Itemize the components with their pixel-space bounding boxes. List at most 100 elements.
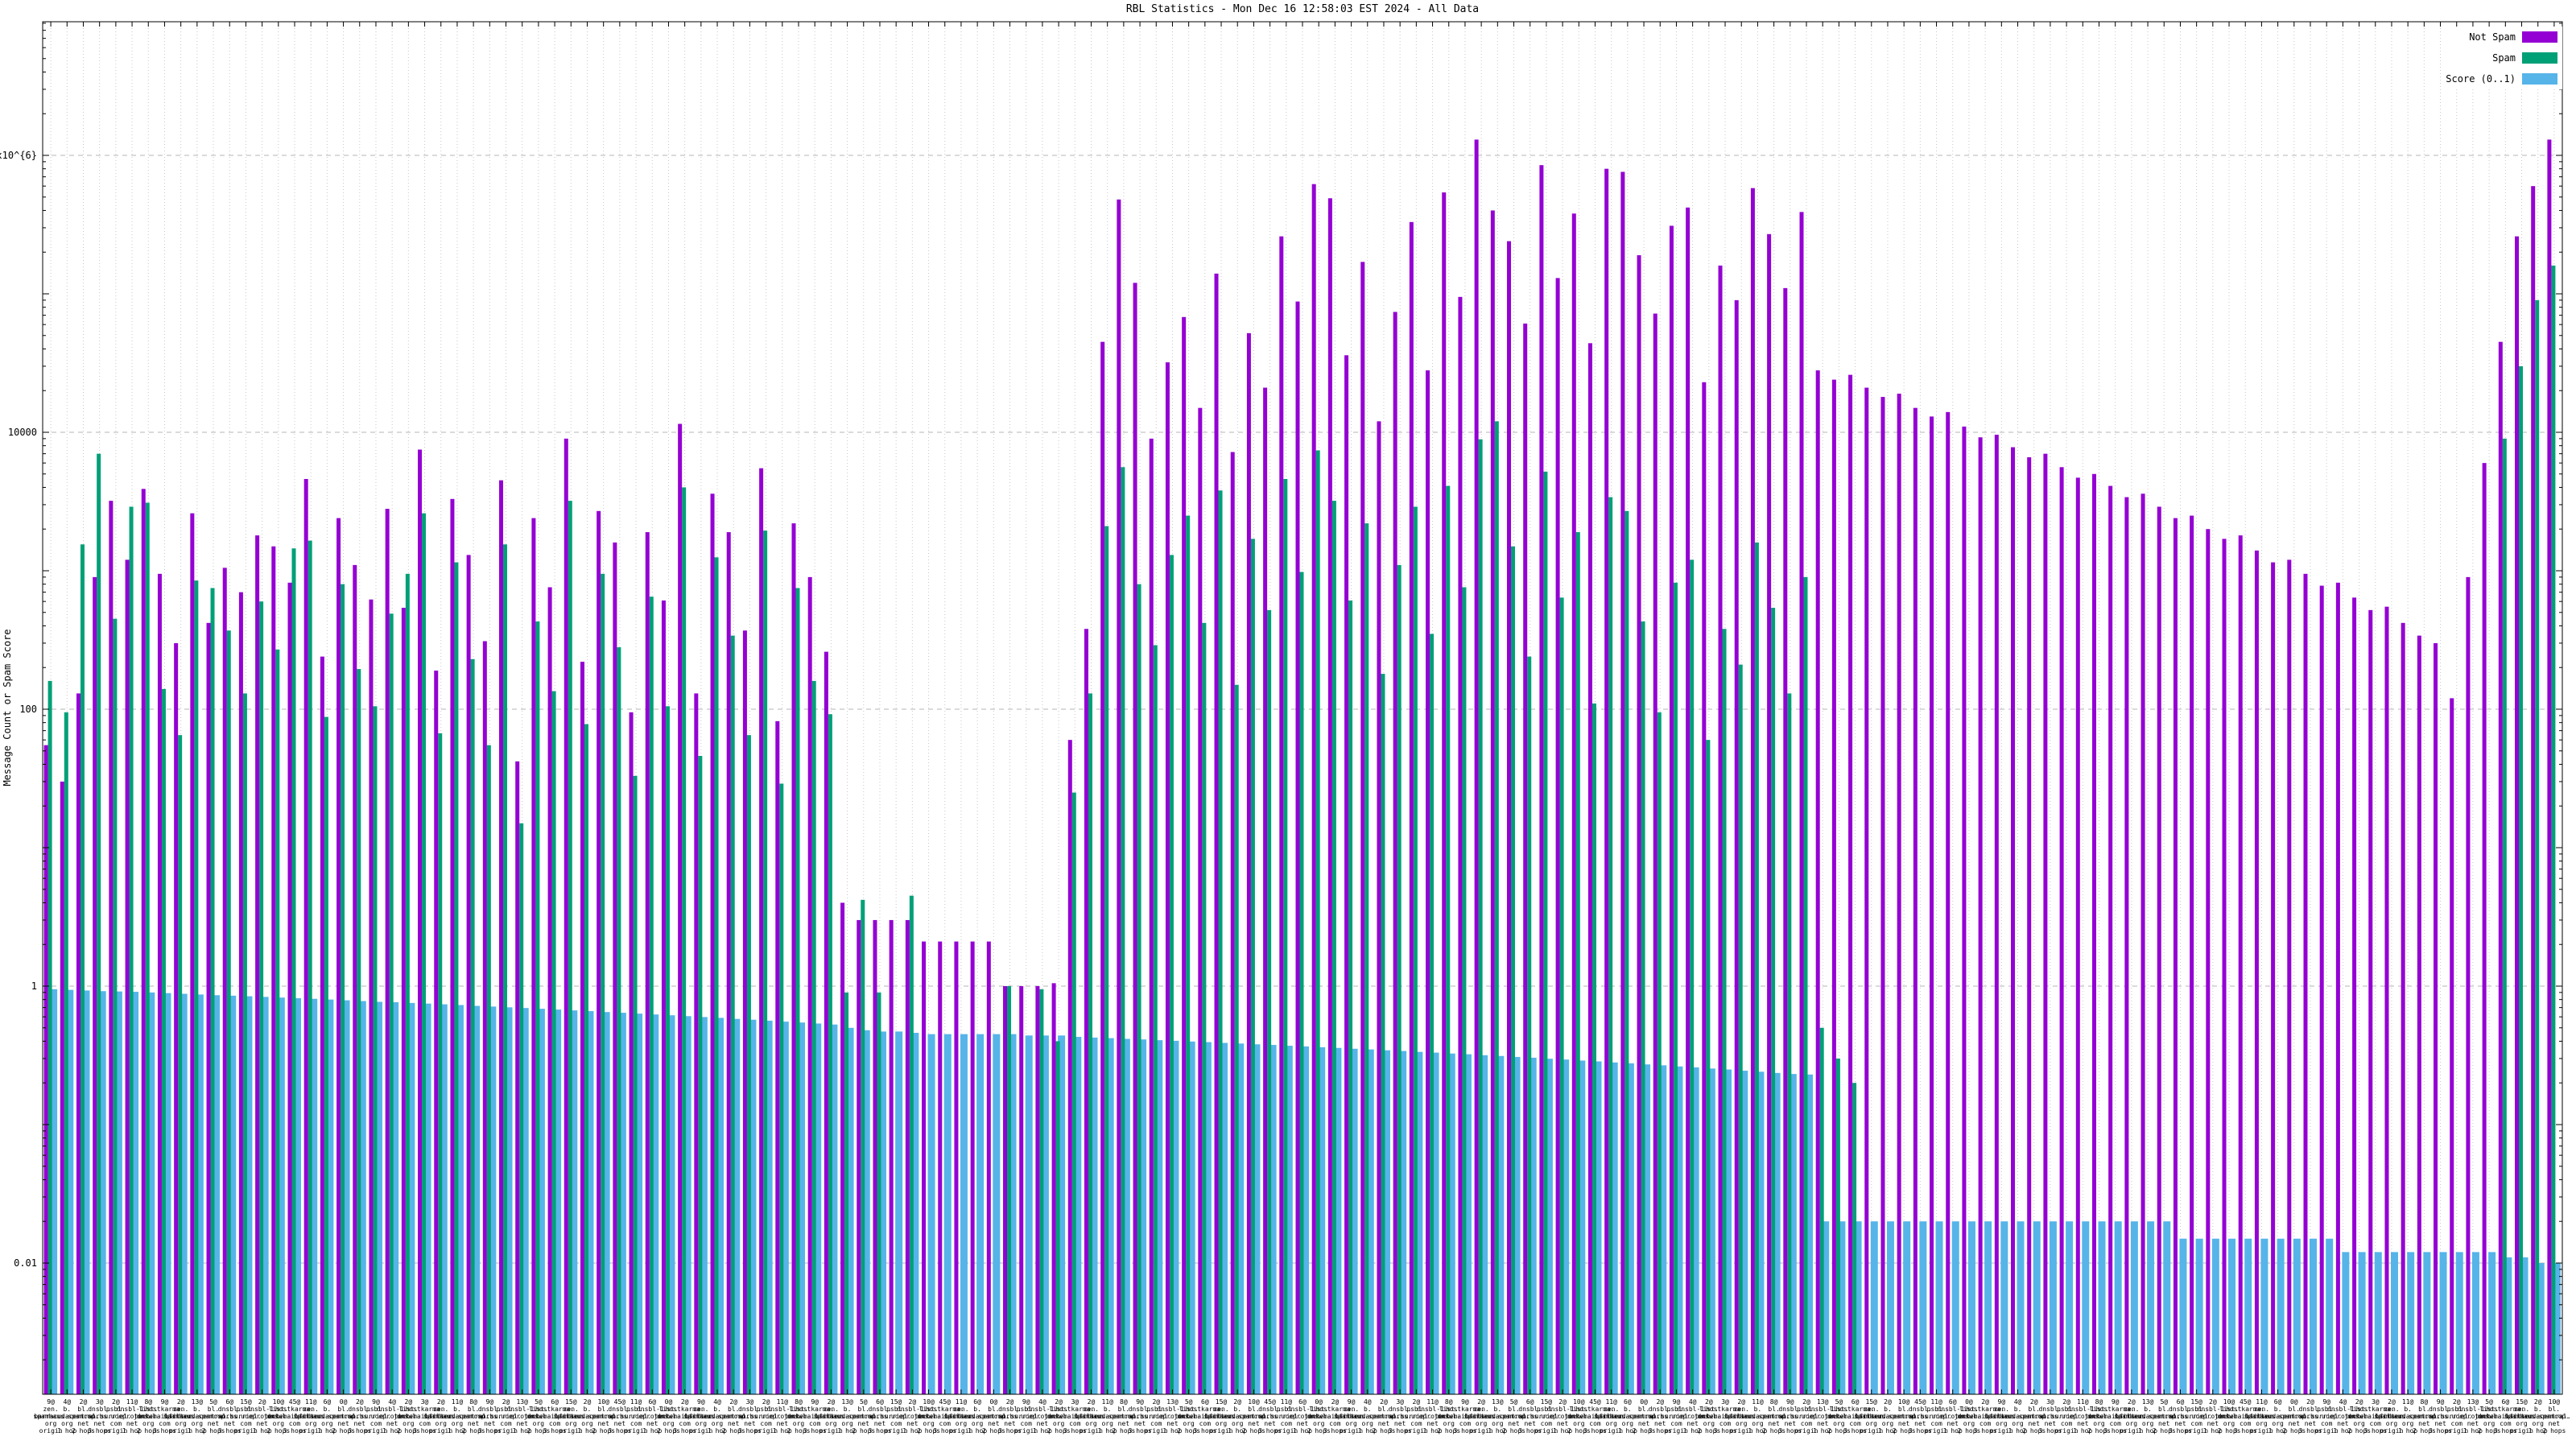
x-tick-label: 13@	[1492, 1398, 1504, 1406]
x-tick-label: zen.	[2254, 1406, 2269, 1413]
bar-spam	[2519, 365, 2524, 1394]
x-tick-label: zen.	[1864, 1406, 1879, 1413]
x-tick-label: 11@	[1605, 1398, 1617, 1406]
x-tick-label: zen.	[433, 1406, 448, 1413]
x-tick-label: 9@	[2322, 1398, 2330, 1406]
x-tick-label: org	[192, 1420, 204, 1427]
x-tick-label: org	[1443, 1420, 1455, 1427]
x-tick-label: 6@	[225, 1398, 233, 1406]
x-tick-label: com	[289, 1420, 301, 1427]
x-tick-label: com	[1541, 1420, 1553, 1427]
x-tick-label: 9@	[486, 1398, 494, 1406]
bar-spam	[746, 735, 751, 1394]
x-tick-label: org	[61, 1420, 73, 1427]
x-tick-label: com	[809, 1420, 821, 1427]
bar-not-spam	[1750, 188, 1755, 1394]
bar-not-spam	[238, 592, 243, 1394]
x-tick-label: 8@	[2421, 1398, 2429, 1406]
x-tick-label: org	[1703, 1420, 1715, 1427]
x-tick-label: 9@	[697, 1398, 705, 1406]
y-tick-label: 10000	[8, 427, 37, 438]
bar-not-spam	[1214, 273, 1219, 1394]
bar-spam	[1624, 510, 1629, 1394]
bar-not-spam	[1734, 299, 1739, 1394]
x-tick-label: zen.	[1604, 1406, 1619, 1413]
x-tick-label: 6@	[1624, 1398, 1632, 1406]
bar-not-spam	[1426, 370, 1430, 1394]
x-tick-label: b.	[2014, 1406, 2022, 1413]
bar-score	[1870, 1221, 1878, 1394]
bar-score	[1886, 1221, 1894, 1394]
bar-not-spam	[499, 480, 504, 1394]
x-tick-label: com	[370, 1420, 382, 1427]
x-tick-label: 9@	[1998, 1398, 2006, 1406]
bar-spam	[438, 733, 443, 1394]
x-tick-label: 6@	[876, 1398, 884, 1406]
bar-not-spam	[1718, 265, 1723, 1394]
bar-score	[2471, 1252, 2479, 1394]
x-tick-label: net	[2418, 1420, 2430, 1427]
bar-not-spam	[320, 656, 324, 1394]
bar-spam	[324, 716, 328, 1394]
bar-not-spam	[986, 941, 991, 1394]
bar-spam	[1299, 572, 1304, 1394]
x-tick-label: 13@	[2467, 1398, 2479, 1406]
x-tick-label: 8@	[2095, 1398, 2103, 1406]
bar-spam	[210, 588, 215, 1394]
x-tick-label: net	[1557, 1420, 1569, 1427]
bar-spam	[861, 899, 865, 1394]
bar-spam	[1186, 515, 1191, 1394]
x-tick-label: 15@	[2190, 1398, 2202, 1406]
bar-score	[2017, 1221, 2025, 1394]
x-tick-label: 2@	[1380, 1398, 1388, 1406]
bar-not-spam	[645, 532, 650, 1394]
x-tick-label: 13@	[841, 1398, 853, 1406]
x-tick-label: org	[712, 1420, 724, 1427]
bar-spam	[422, 513, 427, 1395]
x-tick-label: org	[1053, 1420, 1065, 1427]
x-tick-label: 15@	[240, 1398, 252, 1406]
x-tick-label: 45@	[1914, 1398, 1926, 1406]
bar-not-spam	[938, 941, 943, 1394]
bar-score	[1967, 1221, 1975, 1394]
x-tick-label: 2@	[1055, 1398, 1063, 1406]
bar-not-spam	[547, 587, 552, 1394]
bar-not-spam	[1913, 407, 1918, 1395]
bar-score	[2342, 1252, 2350, 1394]
bar-spam	[2551, 265, 2556, 1394]
x-tick-label: 6@	[551, 1398, 559, 1406]
bar-not-spam	[1442, 192, 1447, 1394]
bar-score	[2033, 1221, 2041, 1394]
x-tick-label: 6@	[1526, 1398, 1534, 1406]
x-tick-label: 4@	[1364, 1398, 1372, 1406]
bar-not-spam	[678, 423, 683, 1394]
x-tick-label: 2@	[762, 1398, 770, 1406]
x-tick-label: org	[1996, 1420, 2008, 1427]
x-tick-label: net	[2077, 1420, 2089, 1427]
bar-spam	[584, 724, 588, 1394]
bar-spam	[909, 895, 914, 1394]
x-tick-label: 2@	[1477, 1398, 1485, 1406]
x-tick-label: com	[2240, 1420, 2252, 1427]
bar-score	[2000, 1221, 2008, 1394]
x-tick-label: 6@	[1201, 1398, 1209, 1406]
x-tick-label: 8@	[144, 1398, 152, 1406]
bar-spam	[47, 680, 52, 1394]
bar-spam	[161, 688, 166, 1394]
bar-not-spam	[2124, 497, 2129, 1394]
x-tick-label: zen.	[173, 1406, 188, 1413]
x-tick-label: com	[679, 1420, 691, 1427]
bar-spam	[2535, 299, 2540, 1394]
bar-not-spam	[1799, 212, 1804, 1394]
bar-score	[2358, 1252, 2366, 1394]
bar-not-spam	[1198, 407, 1203, 1395]
x-tick-label: org	[793, 1420, 805, 1427]
x-tick-label: 5@	[535, 1398, 543, 1406]
x-tick-label: 3@	[2372, 1398, 2380, 1406]
bar-not-spam	[1571, 213, 1576, 1394]
bar-score	[2455, 1252, 2463, 1394]
bar-spam	[1641, 621, 1645, 1394]
bar-score	[2147, 1221, 2155, 1394]
x-tick-label: net	[728, 1420, 740, 1427]
bar-not-spam	[1182, 316, 1187, 1394]
